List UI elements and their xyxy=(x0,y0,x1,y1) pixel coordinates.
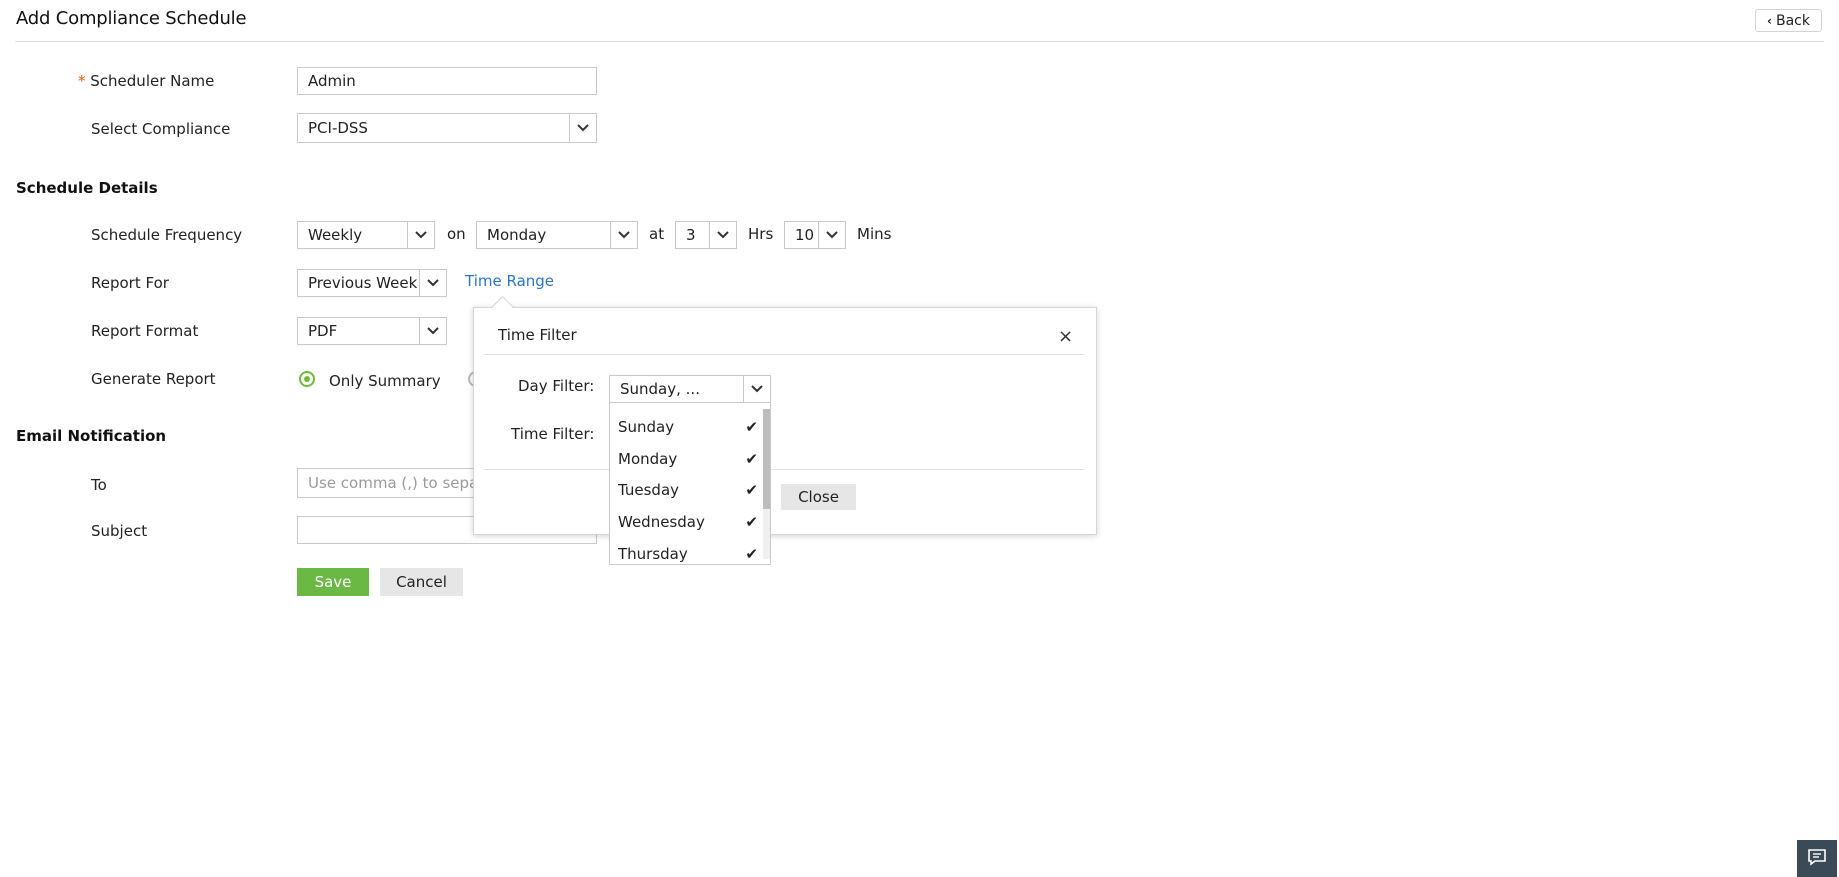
popup-divider xyxy=(484,354,1084,355)
day-option-tuesday[interactable]: Tuesday ✔ xyxy=(618,481,758,499)
subject-label: Subject xyxy=(91,522,148,540)
mins-text: Mins xyxy=(857,225,892,243)
schedule-details-heading: Schedule Details xyxy=(16,179,158,197)
time-range-link[interactable]: Time Range xyxy=(465,272,554,290)
close-button[interactable]: Close xyxy=(781,484,856,510)
back-label: Back xyxy=(1775,12,1810,29)
feedback-button[interactable] xyxy=(1797,840,1837,877)
check-icon: ✔ xyxy=(745,513,758,531)
chevron-down-icon xyxy=(419,318,446,344)
to-label: To xyxy=(91,476,107,494)
check-icon: ✔ xyxy=(745,450,758,468)
minute-dropdown[interactable]: 10 xyxy=(784,221,846,249)
cancel-button[interactable]: Cancel xyxy=(380,568,463,596)
check-icon: ✔ xyxy=(745,545,758,563)
chevron-down-icon xyxy=(709,222,736,248)
header-divider xyxy=(15,41,1824,42)
day-option-monday[interactable]: Monday ✔ xyxy=(618,450,758,468)
options-scrollbar-thumb[interactable] xyxy=(763,409,770,509)
day-filter-label: Day Filter: xyxy=(518,377,595,395)
day-filter-dropdown[interactable]: Sunday, ... xyxy=(609,375,771,403)
time-filter-label: Time Filter: xyxy=(511,425,595,443)
day-dropdown[interactable]: Monday xyxy=(476,221,638,249)
day-option-wednesday[interactable]: Wednesday ✔ xyxy=(618,513,758,531)
report-format-dropdown[interactable]: PDF xyxy=(297,317,447,345)
day-filter-options: Sunday ✔ Monday ✔ Tuesday ✔ Wednesday ✔ … xyxy=(609,402,771,565)
chevron-down-icon xyxy=(407,222,434,248)
scheduler-name-input[interactable]: Admin xyxy=(297,67,597,95)
hrs-text: Hrs xyxy=(748,225,774,243)
chat-icon xyxy=(1807,848,1827,870)
report-format-label: Report Format xyxy=(91,322,199,340)
only-summary-label: Only Summary xyxy=(329,372,441,390)
save-button[interactable]: Save xyxy=(297,568,369,596)
chevron-down-icon xyxy=(610,222,637,248)
scheduler-name-label: * Scheduler Name xyxy=(78,72,215,90)
chevron-down-icon xyxy=(743,376,770,402)
chevron-down-icon xyxy=(569,114,596,142)
chevron-down-icon xyxy=(818,222,845,248)
frequency-dropdown[interactable]: Weekly xyxy=(297,221,435,249)
generate-report-label: Generate Report xyxy=(91,370,216,388)
on-text: on xyxy=(447,225,466,243)
day-option-sunday[interactable]: Sunday ✔ xyxy=(618,418,758,436)
report-for-dropdown[interactable]: Previous Week xyxy=(297,269,447,297)
popup-footer-divider xyxy=(484,469,1084,470)
chevron-down-icon xyxy=(419,270,446,296)
select-compliance-label: Select Compliance xyxy=(91,120,231,138)
report-for-label: Report For xyxy=(91,274,169,292)
page-title: Add Compliance Schedule xyxy=(16,8,247,29)
at-text: at xyxy=(649,225,665,243)
back-button[interactable]: ‹ Back xyxy=(1755,9,1822,32)
select-compliance-dropdown[interactable]: PCI-DSS xyxy=(297,113,597,143)
schedule-frequency-label: Schedule Frequency xyxy=(91,226,243,244)
chevron-left-icon: ‹ xyxy=(1767,13,1772,28)
only-summary-radio[interactable] xyxy=(299,371,315,387)
hour-dropdown[interactable]: 3 xyxy=(675,221,737,249)
required-marker: * xyxy=(78,72,86,90)
time-filter-title: Time Filter xyxy=(498,326,577,344)
check-icon: ✔ xyxy=(745,481,758,499)
email-notification-heading: Email Notification xyxy=(16,427,167,445)
close-icon[interactable]: × xyxy=(1058,328,1073,346)
check-icon: ✔ xyxy=(745,418,758,436)
day-option-thursday[interactable]: Thursday ✔ xyxy=(618,545,758,563)
